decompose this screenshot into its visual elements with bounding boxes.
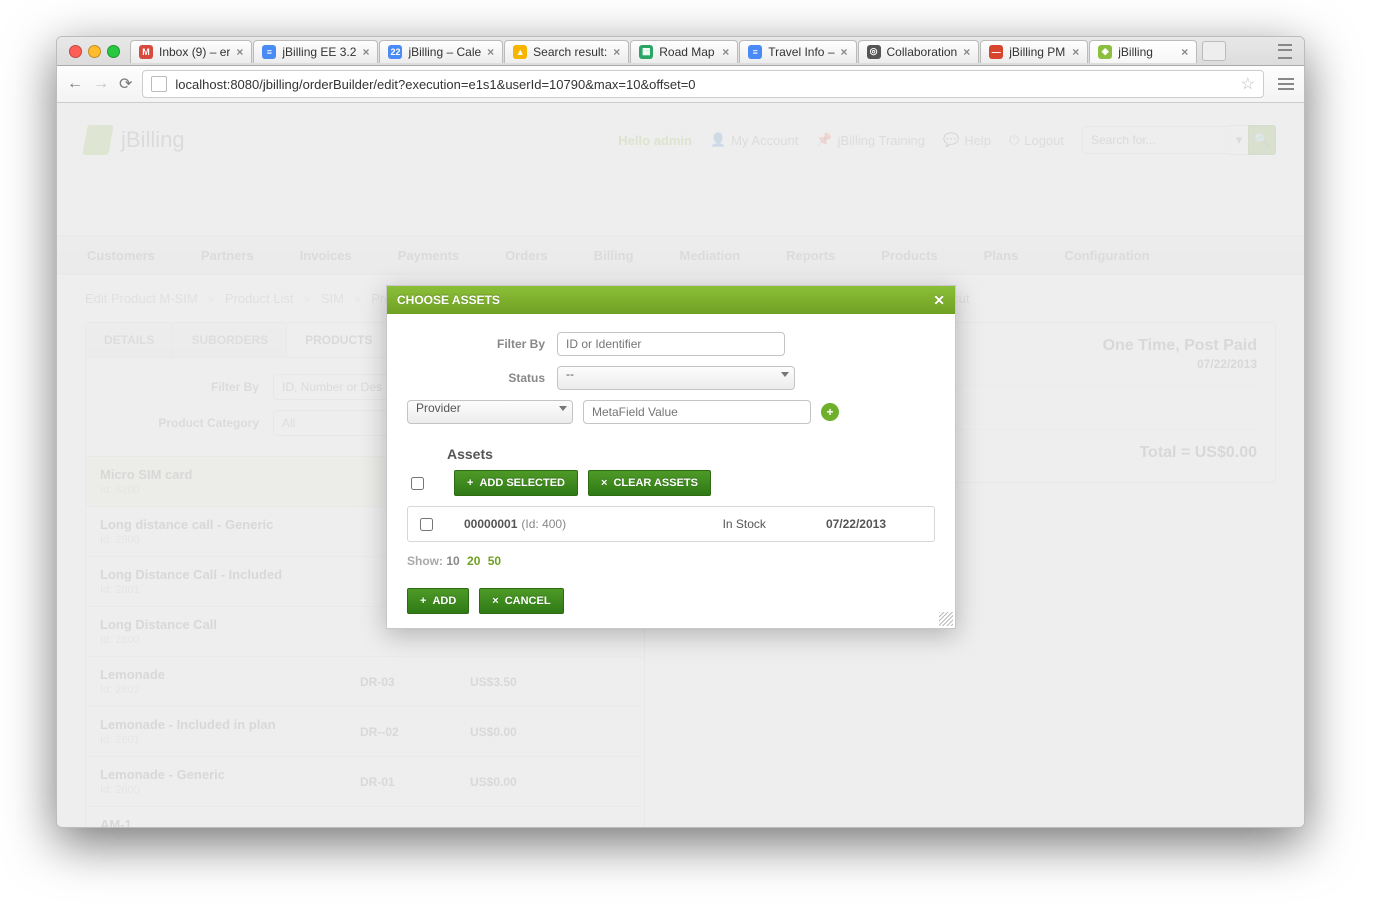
minimize-window-icon[interactable] <box>88 45 101 58</box>
resize-handle-icon[interactable] <box>939 612 953 626</box>
add-selected-button[interactable]: +ADD SELECTED <box>454 470 578 496</box>
browser-window: M Inbox (9) – er × ≡ jBilling EE 3.2 × 22 jBill… <box>56 36 1305 828</box>
modal-status-select[interactable]: -- <box>557 366 795 390</box>
chevron-down-icon <box>781 372 789 377</box>
favicon-icon: ▲ <box>513 45 527 59</box>
browser-menu-icon[interactable] <box>1278 83 1294 85</box>
favicon-icon: ≡ <box>748 45 762 59</box>
zoom-window-icon[interactable] <box>107 45 120 58</box>
asset-checkbox[interactable] <box>420 518 433 531</box>
browser-tab[interactable]: ▦ Road Map × <box>630 40 738 63</box>
tab-label: jBilling – Cale <box>408 45 481 59</box>
browser-tabstrip: M Inbox (9) – er × ≡ jBilling EE 3.2 × 22 jBill… <box>57 37 1304 66</box>
url-text: localhost:8080/jbilling/orderBuilder/edi… <box>175 77 695 92</box>
tab-label: Travel Info – <box>768 45 834 59</box>
show-label: Show: <box>407 554 443 568</box>
clear-assets-button[interactable]: ×CLEAR ASSETS <box>588 470 711 496</box>
favicon-icon: ◆ <box>1098 45 1112 59</box>
address-bar[interactable]: localhost:8080/jbilling/orderBuilder/edi… <box>142 70 1264 98</box>
browser-tab[interactable]: M Inbox (9) – er × <box>130 40 252 63</box>
show-50[interactable]: 50 <box>488 554 501 568</box>
browser-toolbar: ← → ⟳ localhost:8080/jbilling/orderBuild… <box>57 66 1304 103</box>
modal-close-icon[interactable]: ✕ <box>933 292 945 309</box>
tab-overflow-icon[interactable] <box>1278 44 1292 59</box>
tab-label: Collaboration <box>887 45 958 59</box>
browser-tab[interactable]: 22 jBilling – Cale × <box>379 40 503 63</box>
x-icon: × <box>492 595 498 607</box>
favicon-icon: M <box>139 45 153 59</box>
asset-row[interactable]: 00000001 (Id: 400) In Stock 07/22/2013 <box>407 506 935 542</box>
show-20[interactable]: 20 <box>467 554 480 568</box>
tab-label: Inbox (9) – er <box>159 45 230 59</box>
chevron-down-icon <box>559 406 567 411</box>
tab-label: jBilling PM <box>1009 45 1066 59</box>
show-10[interactable]: 10 <box>446 554 459 568</box>
tab-close-icon[interactable]: × <box>236 45 243 59</box>
new-tab-button[interactable] <box>1202 41 1226 61</box>
page-icon <box>151 76 167 92</box>
favicon-icon: ▦ <box>639 45 653 59</box>
assets-heading: Assets <box>447 446 935 462</box>
window-controls[interactable] <box>69 45 120 58</box>
bookmark-icon[interactable]: ☆ <box>1241 74 1255 94</box>
close-window-icon[interactable] <box>69 45 82 58</box>
browser-tab[interactable]: ◎ Collaboration × <box>858 40 980 63</box>
x-icon: × <box>601 477 607 489</box>
browser-tab[interactable]: ≡ Travel Info – × <box>739 40 856 63</box>
cancel-button[interactable]: ×CANCEL <box>479 588 563 614</box>
tab-label: jBilling <box>1118 45 1175 59</box>
browser-tab[interactable]: ▲ Search result: × <box>504 40 629 63</box>
browser-tab[interactable]: ◆ jBilling × <box>1089 40 1197 63</box>
tab-label: Search result: <box>533 45 607 59</box>
favicon-icon: ≡ <box>262 45 276 59</box>
tab-close-icon[interactable]: × <box>963 45 970 59</box>
modal-metafield-input[interactable] <box>583 400 811 424</box>
asset-status: In Stock <box>723 517 766 531</box>
asset-number: 00000001 <box>464 517 517 531</box>
tab-close-icon[interactable]: × <box>362 45 369 59</box>
choose-assets-modal: CHOOSE ASSETS ✕ Filter By Status -- Prov… <box>386 285 956 629</box>
add-metafield-icon[interactable]: + <box>821 403 839 421</box>
favicon-icon: 22 <box>388 45 402 59</box>
modal-header: CHOOSE ASSETS ✕ <box>387 286 955 314</box>
page-viewport: jBilling Hello admin 👤My Account 📌jBilli… <box>57 103 1304 828</box>
browser-tab[interactable]: — jBilling PM × <box>980 40 1088 63</box>
tab-close-icon[interactable]: × <box>722 45 729 59</box>
tab-label: Road Map <box>659 45 716 59</box>
tab-close-icon[interactable]: × <box>487 45 494 59</box>
add-button[interactable]: +ADD <box>407 588 469 614</box>
back-button[interactable]: ← <box>67 75 83 93</box>
favicon-icon: ◎ <box>867 45 881 59</box>
tab-close-icon[interactable]: × <box>1181 45 1188 59</box>
pager: Show: 10 20 50 <box>407 554 935 568</box>
modal-metafield-select[interactable]: Provider <box>407 400 573 424</box>
modal-filterby-label: Filter By <box>407 337 557 351</box>
favicon-icon: — <box>989 45 1003 59</box>
select-all-checkbox[interactable] <box>411 477 424 490</box>
plus-icon: + <box>420 595 426 607</box>
tab-close-icon[interactable]: × <box>1072 45 1079 59</box>
asset-idref: (Id: 400) <box>521 517 566 531</box>
modal-filterby-input[interactable] <box>557 332 785 356</box>
asset-date: 07/22/2013 <box>826 517 886 531</box>
browser-tab[interactable]: ≡ jBilling EE 3.2 × <box>253 40 378 63</box>
modal-title: CHOOSE ASSETS <box>397 293 500 307</box>
forward-button: → <box>93 75 109 93</box>
modal-status-label: Status <box>407 371 557 385</box>
tab-label: jBilling EE 3.2 <box>282 45 356 59</box>
tab-close-icon[interactable]: × <box>613 45 620 59</box>
tab-close-icon[interactable]: × <box>841 45 848 59</box>
reload-button[interactable]: ⟳ <box>119 74 132 94</box>
plus-icon: + <box>467 477 473 489</box>
